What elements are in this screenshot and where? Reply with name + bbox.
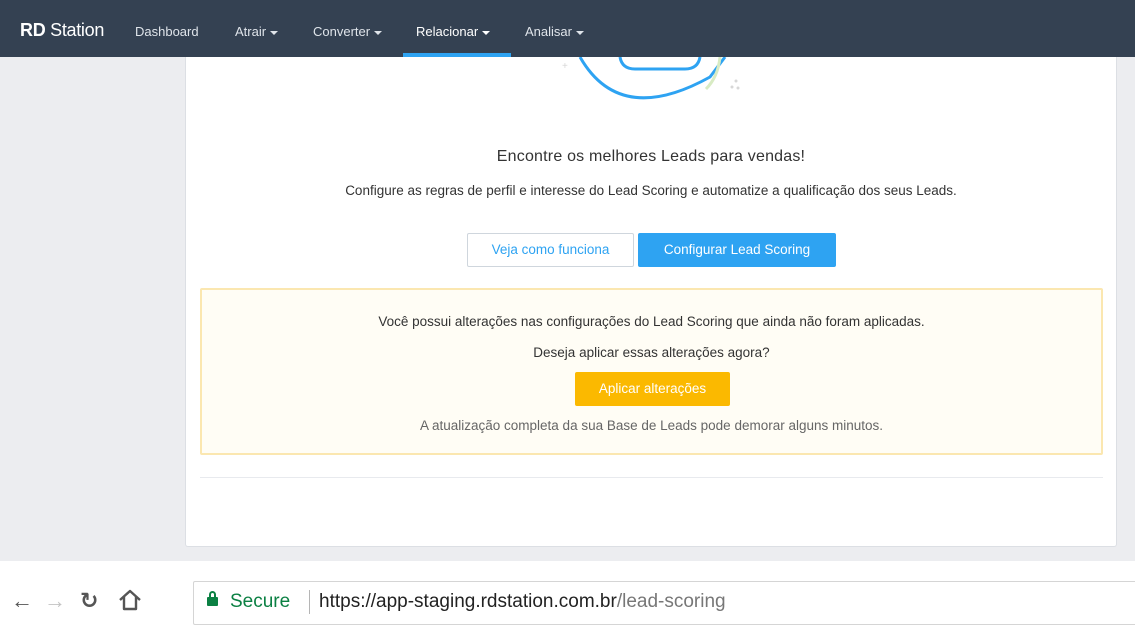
forward-arrow-icon[interactable]: → — [44, 590, 66, 612]
address-separator — [309, 590, 310, 614]
lock-icon[interactable] — [207, 591, 218, 606]
page-subline: Configure as regras de perfil e interess… — [345, 183, 957, 198]
nav-item-converter[interactable]: Converter — [313, 24, 383, 39]
caret-down-icon — [270, 30, 279, 35]
back-arrow-icon[interactable]: ← — [11, 590, 33, 612]
apply-changes-button[interactable]: Aplicar alterações — [575, 372, 730, 406]
reload-icon[interactable]: ↻ — [80, 590, 98, 612]
alert-message: Você possui alterações nas configurações… — [378, 314, 925, 329]
page-headline: Encontre os melhores Leads para vendas! — [496, 148, 806, 165]
pending-changes-alert: Você possui alterações nas configurações… — [200, 288, 1103, 455]
nav-item-relacionar[interactable]: Relacionar — [416, 24, 491, 39]
alert-question: Deseja aplicar essas alterações agora? — [533, 345, 770, 360]
svg-text:+: + — [562, 61, 568, 72]
alert-note: A atualização completa da sua Base de Le… — [419, 418, 884, 433]
caret-down-icon — [575, 30, 584, 35]
url-text[interactable]: https://app-staging.rdstation.com.br/lea… — [319, 591, 726, 613]
caret-down-icon — [482, 30, 491, 35]
home-icon[interactable] — [117, 587, 143, 613]
configure-lead-scoring-button[interactable]: Configurar Lead Scoring — [638, 233, 836, 267]
rd-station-logo[interactable]: RD Station — [20, 20, 104, 41]
see-how-it-works-button[interactable]: Veja como funciona — [467, 233, 634, 267]
nav-item-analisar[interactable]: Analisar — [525, 24, 584, 39]
nav-item-dashboard[interactable]: Dashboard — [135, 24, 199, 39]
divider — [200, 477, 1103, 478]
nav-item-atrair[interactable]: Atrair — [235, 24, 279, 39]
secure-label[interactable]: Secure — [230, 591, 290, 613]
lead-scoring-illustration: + — [562, 57, 740, 100]
caret-down-icon — [374, 30, 383, 35]
top-navbar: RD Station Dashboard Atrair Converter Re… — [0, 0, 1135, 57]
